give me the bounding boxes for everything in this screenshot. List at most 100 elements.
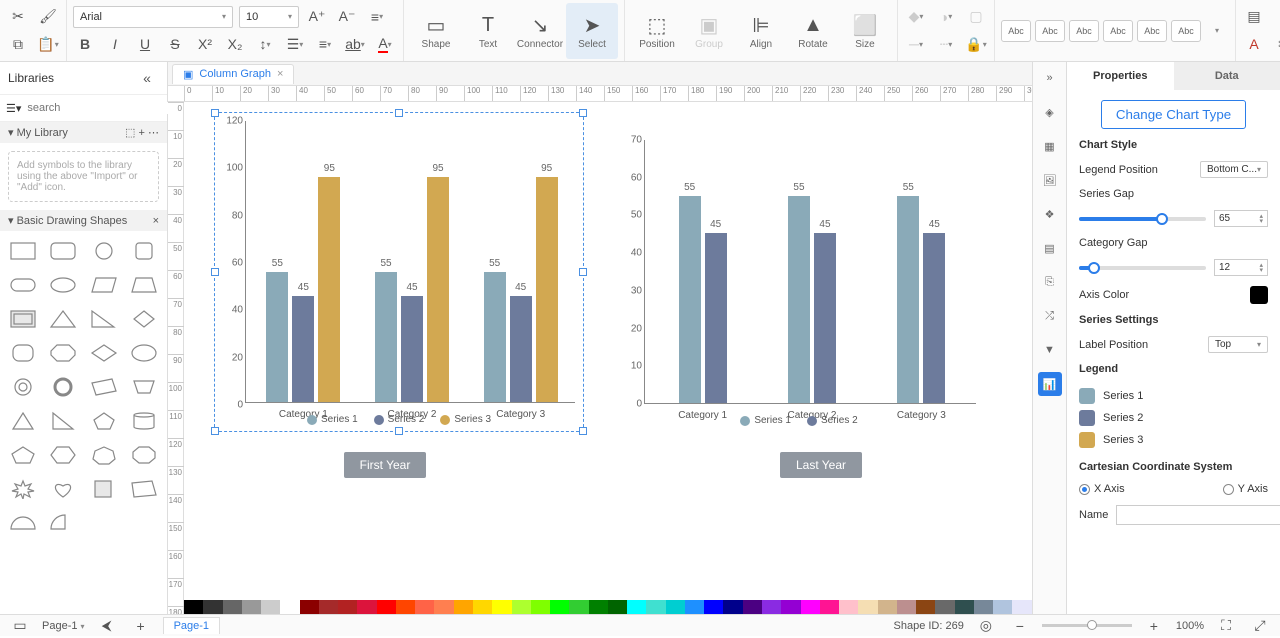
palette-color[interactable] — [589, 600, 608, 614]
shape-triangle[interactable] — [46, 305, 80, 333]
shape-burst[interactable] — [6, 475, 40, 503]
line-style-button[interactable]: ─▾ — [904, 32, 928, 56]
palette-color[interactable] — [223, 600, 242, 614]
bar[interactable]: 45 — [814, 233, 836, 403]
shape-roundrect[interactable] — [46, 237, 80, 265]
shape-skew[interactable] — [87, 373, 121, 401]
palette-color[interactable] — [666, 600, 685, 614]
page-props-button[interactable]: ▤ — [1038, 236, 1062, 260]
palette-color[interactable] — [1012, 600, 1031, 614]
selection-handle[interactable] — [395, 427, 403, 435]
shape-right-triangle2[interactable] — [46, 407, 80, 435]
palette-color[interactable] — [415, 600, 434, 614]
shape-heptagon[interactable] — [87, 441, 121, 469]
shape-parallelogram[interactable] — [87, 271, 121, 299]
palette-color[interactable] — [916, 600, 935, 614]
shape-cylinder[interactable] — [127, 407, 161, 435]
label-position-select[interactable]: Top▾ — [1208, 336, 1268, 353]
shape-pill[interactable] — [6, 271, 40, 299]
palette-color[interactable] — [839, 600, 858, 614]
legend-item[interactable]: Series 1 — [1079, 385, 1268, 407]
shape-square[interactable] — [87, 475, 121, 503]
palette-color[interactable] — [550, 600, 569, 614]
palette-color[interactable] — [261, 600, 280, 614]
y-axis-radio[interactable]: Y Axis — [1223, 483, 1268, 495]
bar[interactable]: 45 — [510, 296, 532, 403]
strike-button[interactable]: S — [163, 32, 187, 56]
zoom-slider[interactable] — [1042, 624, 1132, 627]
palette-color[interactable] — [357, 600, 376, 614]
fullscreen-button[interactable]: ⤢ — [1248, 614, 1272, 638]
palette-color[interactable] — [319, 600, 338, 614]
layers-button[interactable]: ❖ — [1038, 202, 1062, 226]
shuffle-button[interactable]: ⤮ — [1038, 304, 1062, 328]
copy-button[interactable]: ⧉ — [6, 32, 30, 56]
palette-color[interactable] — [935, 600, 954, 614]
size-tool[interactable]: ⬜Size — [839, 3, 891, 59]
style-preset-3[interactable]: Abc — [1069, 20, 1099, 42]
export-button[interactable]: ⎘ — [1038, 270, 1062, 294]
palette-color[interactable] — [627, 600, 646, 614]
selection-handle[interactable] — [395, 109, 403, 117]
close-tab-button[interactable]: × — [277, 68, 283, 80]
legend-item[interactable]: Series 2 — [1079, 407, 1268, 429]
collapse-libraries-button[interactable]: « — [135, 66, 159, 90]
underline-button[interactable]: U — [133, 32, 157, 56]
palette-color[interactable] — [897, 600, 916, 614]
document-tab[interactable]: ▣ Column Graph × — [172, 64, 294, 84]
expand-panel-button[interactable]: » — [1038, 66, 1062, 90]
zoom-out-button[interactable]: − — [1008, 614, 1032, 638]
cut-button[interactable]: ✂ — [6, 5, 30, 29]
position-tool[interactable]: ⬚Position — [631, 3, 683, 59]
palette-color[interactable] — [473, 600, 492, 614]
superscript-button[interactable]: X² — [193, 32, 217, 56]
palette-color[interactable] — [300, 600, 319, 614]
shape-ellipse[interactable] — [46, 271, 80, 299]
bar[interactable]: 55 — [484, 272, 506, 402]
text-tool[interactable]: TText — [462, 3, 514, 59]
bullets-button[interactable]: ☰▾ — [283, 32, 307, 56]
library-more-button[interactable]: ⋯ — [148, 127, 159, 139]
add-library-button[interactable]: + — [139, 127, 145, 139]
library-picker-icon[interactable]: ☰▾ — [6, 102, 21, 115]
category-gap-input[interactable]: 12▴▾ — [1214, 259, 1268, 276]
color-palette[interactable] — [184, 600, 1032, 614]
bar[interactable]: 45 — [923, 233, 945, 403]
palette-color[interactable] — [974, 600, 993, 614]
selection-handle[interactable] — [579, 109, 587, 117]
shape-tool[interactable]: ▭Shape — [410, 3, 462, 59]
series-gap-input[interactable]: 65▴▾ — [1214, 210, 1268, 227]
series-gap-slider[interactable] — [1079, 217, 1206, 221]
axis-color-picker[interactable] — [1250, 286, 1268, 304]
bar[interactable]: 55 — [266, 272, 288, 402]
change-chart-type-button[interactable]: Change Chart Type — [1101, 100, 1246, 129]
selection-handle[interactable] — [211, 268, 219, 276]
bar[interactable]: 55 — [679, 196, 701, 403]
chart-button[interactable]: 📊 — [1038, 372, 1062, 396]
bar[interactable]: 95 — [427, 177, 449, 402]
palette-color[interactable] — [242, 600, 261, 614]
legend-item[interactable]: Series 3 — [1079, 429, 1268, 451]
palette-color[interactable] — [723, 600, 742, 614]
chart-last-year[interactable]: 0102030405060705545Category 15545Categor… — [614, 132, 984, 432]
theme-button[interactable]: ◈ — [1038, 100, 1062, 124]
palette-color[interactable] — [781, 600, 800, 614]
arrange-button[interactable]: ▦ — [1038, 134, 1062, 158]
target-button[interactable]: ◎ — [974, 614, 998, 638]
shape-frame[interactable] — [6, 305, 40, 333]
shape-right-triangle[interactable] — [87, 305, 121, 333]
close-section-button[interactable]: × — [153, 215, 159, 227]
tab-data[interactable]: Data — [1174, 62, 1280, 90]
style-preset-2[interactable]: Abc — [1035, 20, 1065, 42]
indent-button[interactable]: ≡▾ — [313, 32, 337, 56]
palette-color[interactable] — [743, 600, 762, 614]
shape-octagon[interactable] — [46, 339, 80, 367]
page-tab[interactable]: Page-1 — [163, 617, 220, 634]
import-library-button[interactable]: ⬚ — [125, 127, 135, 139]
search-input[interactable] — [27, 102, 169, 114]
shape-quarterround[interactable] — [46, 509, 80, 537]
bar[interactable]: 95 — [318, 177, 340, 402]
prev-page-button[interactable]: ⮜ — [95, 614, 119, 638]
decrease-font-button[interactable]: A⁻ — [335, 5, 359, 29]
shape-pentagon[interactable] — [87, 407, 121, 435]
